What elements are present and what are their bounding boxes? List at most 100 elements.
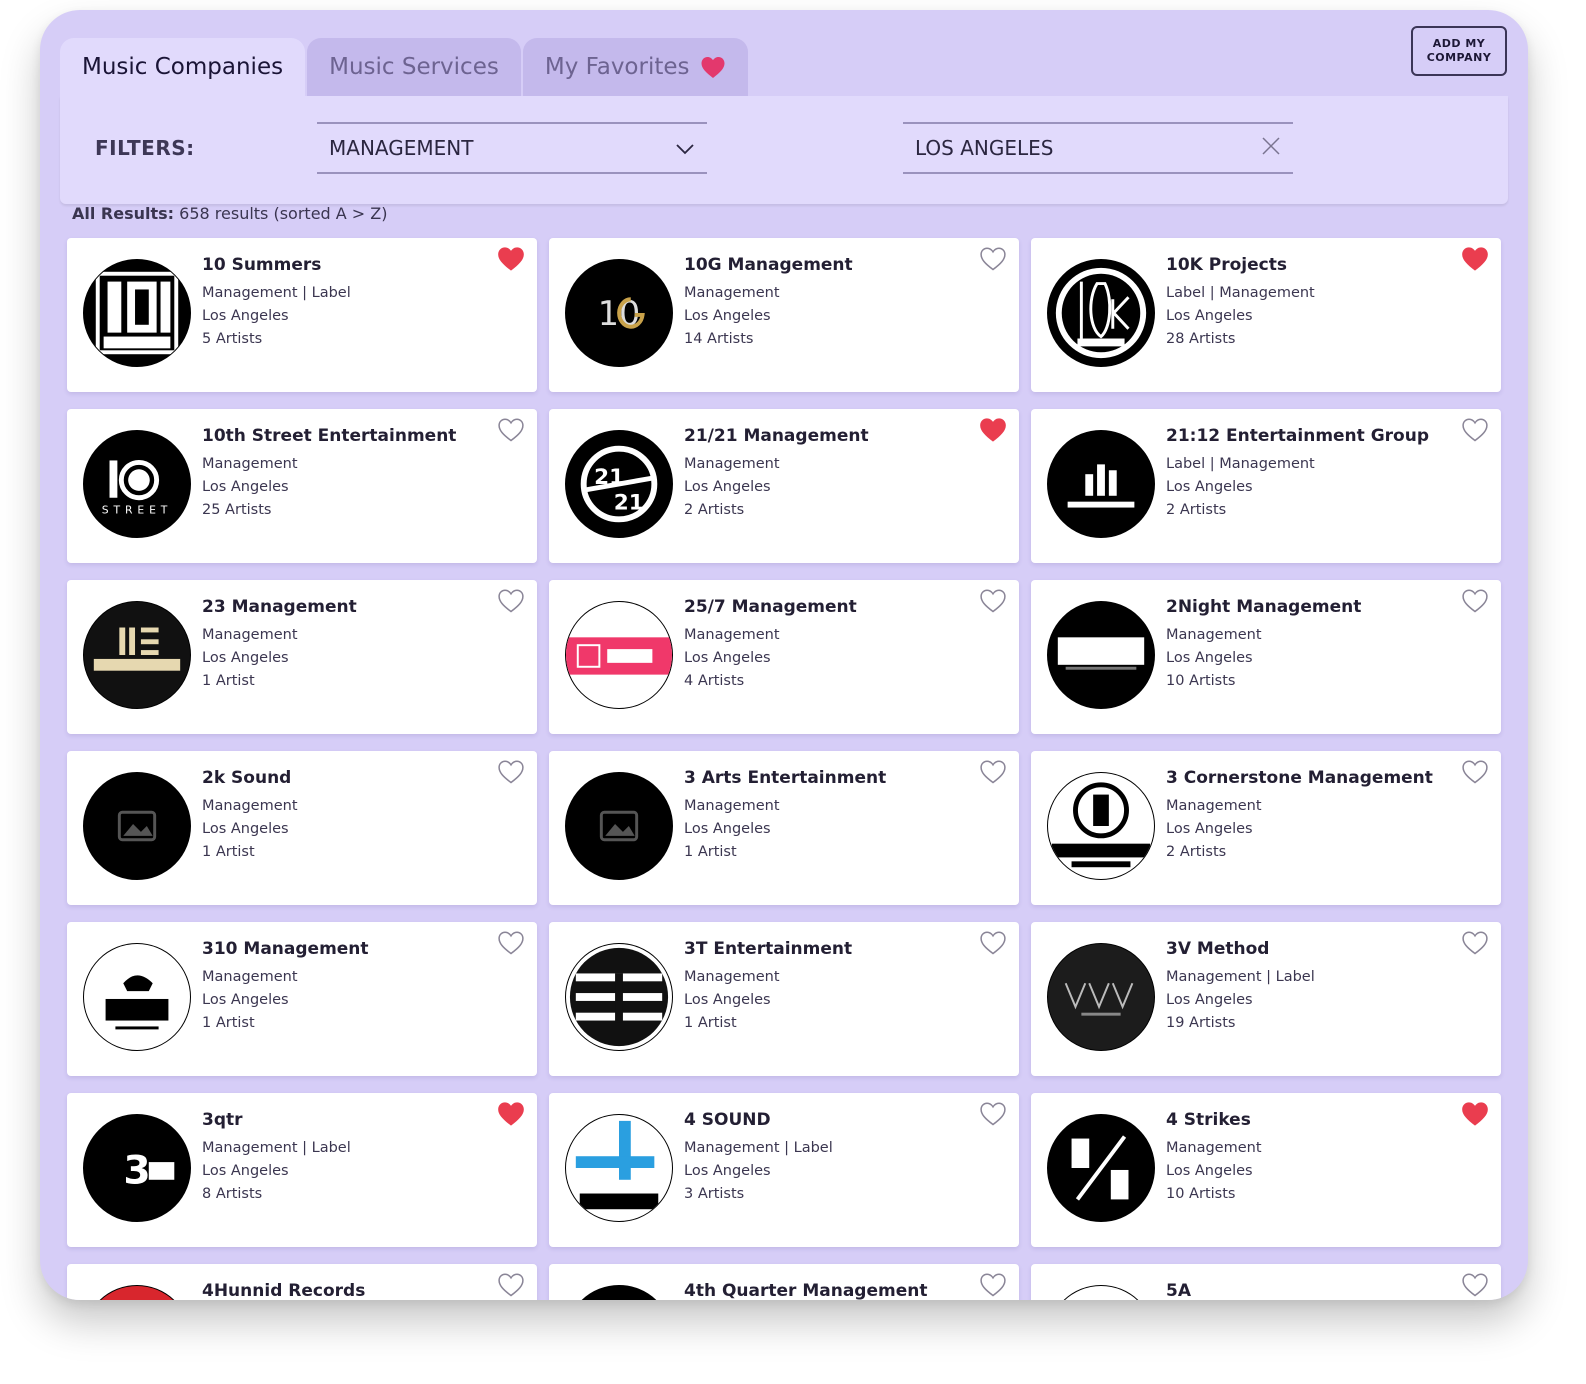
favorite-heart-filled-icon[interactable] [497,1101,525,1127]
location-filter-input[interactable]: LOS ANGELES [903,122,1293,174]
company-logo [83,1285,191,1300]
company-card[interactable]: 3T Entertainment Management Los Angeles 1 A… [549,922,1019,1076]
favorite-heart-icon[interactable] [497,417,525,443]
company-info: 310 Management Management Los Angeles 1 Art… [202,938,369,1035]
favorite-heart-filled-icon[interactable] [497,246,525,272]
company-name[interactable]: 3 Cornerstone Management [1166,767,1433,789]
company-type: Management [684,285,780,301]
company-logo [565,601,673,709]
favorite-heart-icon[interactable] [979,588,1007,614]
company-name[interactable]: 21/21 Management [684,425,869,447]
company-name[interactable]: 2Night Management [1166,596,1361,618]
svg-text:3: 3 [123,1149,150,1194]
company-info: 5A [1166,1280,1191,1300]
category-filter-select[interactable]: MANAGEMENT [317,122,707,174]
company-card[interactable]: 4th Quarter Management [549,1264,1019,1300]
company-name[interactable]: 3V Method [1166,938,1315,960]
company-logo [1047,1114,1155,1222]
company-card[interactable]: 3 Cornerstone Management Management Los An… [1031,751,1501,905]
company-city: Los Angeles [1166,821,1253,837]
close-icon[interactable] [1261,136,1281,161]
company-card[interactable]: 4 Strikes Management Los Angeles 10 Artists [1031,1093,1501,1247]
favorite-heart-icon[interactable] [497,930,525,956]
company-card[interactable]: 2Night Management Management Los Angeles 10… [1031,580,1501,734]
category-filter-value: MANAGEMENT [329,136,474,160]
company-info: 4 Strikes Management Los Angeles 10 Artists [1166,1109,1262,1206]
company-card[interactable]: 10 Summers Management | Label Los Angeles 5… [67,238,537,392]
results-label: All Results: [72,204,175,223]
company-card[interactable]: 3V Method Management | Label Los Angeles 19… [1031,922,1501,1076]
company-card[interactable]: 2k Sound Management Los Angeles 1 Artist [67,751,537,905]
tab-music-companies[interactable]: Music Companies [60,38,306,96]
favorite-heart-icon[interactable] [979,1272,1007,1298]
company-type: Management | Label [202,285,351,301]
favorite-heart-icon[interactable] [1461,1272,1489,1298]
favorite-heart-filled-icon[interactable] [1461,246,1489,272]
company-name[interactable]: 3 Arts Entertainment [684,767,886,789]
favorite-heart-icon[interactable] [497,759,525,785]
company-city: Los Angeles [684,1163,771,1179]
tab-my-favorites[interactable]: My Favorites [522,38,748,96]
company-card[interactable]: 4Hunnid Records [67,1264,537,1300]
company-city: Los Angeles [1166,1163,1253,1179]
company-type: Management [202,969,298,985]
company-card[interactable]: 3 3qtr Management | Label Los Angeles 8 Arti… [67,1093,537,1247]
chevron-down-icon [675,136,695,160]
company-name[interactable]: 10K Projects [1166,254,1315,276]
company-card[interactable]: 21 21 21/21 Management Management Los Angele… [549,409,1019,563]
company-name[interactable]: 5A [1166,1280,1191,1300]
company-name[interactable]: 10 Summers [202,254,351,276]
company-name[interactable]: 3qtr [202,1109,351,1131]
favorite-heart-icon[interactable] [1461,759,1489,785]
company-name[interactable]: 25/7 Management [684,596,857,618]
favorite-heart-icon[interactable] [1461,588,1489,614]
company-card[interactable]: 25/7 Management Management Los Angeles 4 Ar… [549,580,1019,734]
company-city: Los Angeles [684,650,771,666]
favorite-heart-icon[interactable] [979,759,1007,785]
company-name[interactable]: 4th Quarter Management [684,1280,927,1300]
company-name[interactable]: 2k Sound [202,767,298,789]
company-type: Management | Label [1166,969,1315,985]
company-logo: 10 [565,259,673,367]
company-type: Management [684,627,780,643]
favorite-heart-filled-icon[interactable] [1461,1101,1489,1127]
company-info: 4th Quarter Management [684,1280,927,1300]
company-name[interactable]: 3T Entertainment [684,938,852,960]
favorite-heart-icon[interactable] [497,1272,525,1298]
company-card[interactable]: STREET 10th Street Entertainment Managemen… [67,409,537,563]
favorite-heart-icon[interactable] [979,930,1007,956]
company-logo: 3 [83,1114,191,1222]
favorite-heart-icon[interactable] [979,246,1007,272]
company-card[interactable]: 23 Management Management Los Angeles 1 Arti… [67,580,537,734]
company-info: 10K Projects Label | Management Los Angele… [1166,254,1315,351]
company-name[interactable]: 23 Management [202,596,357,618]
filter-bar: FILTERS: MANAGEMENT LOS ANGELES [60,96,1508,204]
company-name[interactable]: 21:12 Entertainment Group [1166,425,1429,447]
company-name[interactable]: 10th Street Entertainment [202,425,456,447]
company-logo [565,1285,673,1300]
tab-music-services[interactable]: Music Services [307,38,521,96]
company-info: 4Hunnid Records [202,1280,365,1300]
company-name[interactable]: 4 SOUND [684,1109,833,1131]
add-my-company-button[interactable]: ADD MY COMPANY [1411,26,1507,76]
company-info: 21:12 Entertainment Group Label | Managem… [1166,425,1429,522]
favorite-heart-icon[interactable] [1461,417,1489,443]
favorite-heart-icon[interactable] [497,588,525,614]
company-name[interactable]: 10G Management [684,254,853,276]
favorite-heart-icon[interactable] [979,1101,1007,1127]
company-card[interactable]: 21:12 Entertainment Group Label | Managem… [1031,409,1501,563]
company-name[interactable]: 4 Strikes [1166,1109,1262,1131]
company-card[interactable]: 310 Management Management Los Angeles 1 Art… [67,922,537,1076]
company-name[interactable]: 4Hunnid Records [202,1280,365,1300]
company-type: Management [1166,1140,1262,1156]
company-card[interactable]: 10K Projects Label | Management Los Angele… [1031,238,1501,392]
favorite-heart-filled-icon[interactable] [979,417,1007,443]
favorite-heart-icon[interactable] [1461,930,1489,956]
company-name[interactable]: 310 Management [202,938,369,960]
company-grid: 10 Summers Management | Label Los Angeles 5… [67,238,1501,1300]
company-card[interactable]: 10 10G Management Management Los Angeles 14 … [549,238,1019,392]
company-card[interactable]: 3 Arts Entertainment Management Los Angele… [549,751,1019,905]
company-card[interactable]: 5A [1031,1264,1501,1300]
company-logo [565,1114,673,1222]
company-card[interactable]: 4 SOUND Management | Label Los Angeles 3 Ar… [549,1093,1019,1247]
